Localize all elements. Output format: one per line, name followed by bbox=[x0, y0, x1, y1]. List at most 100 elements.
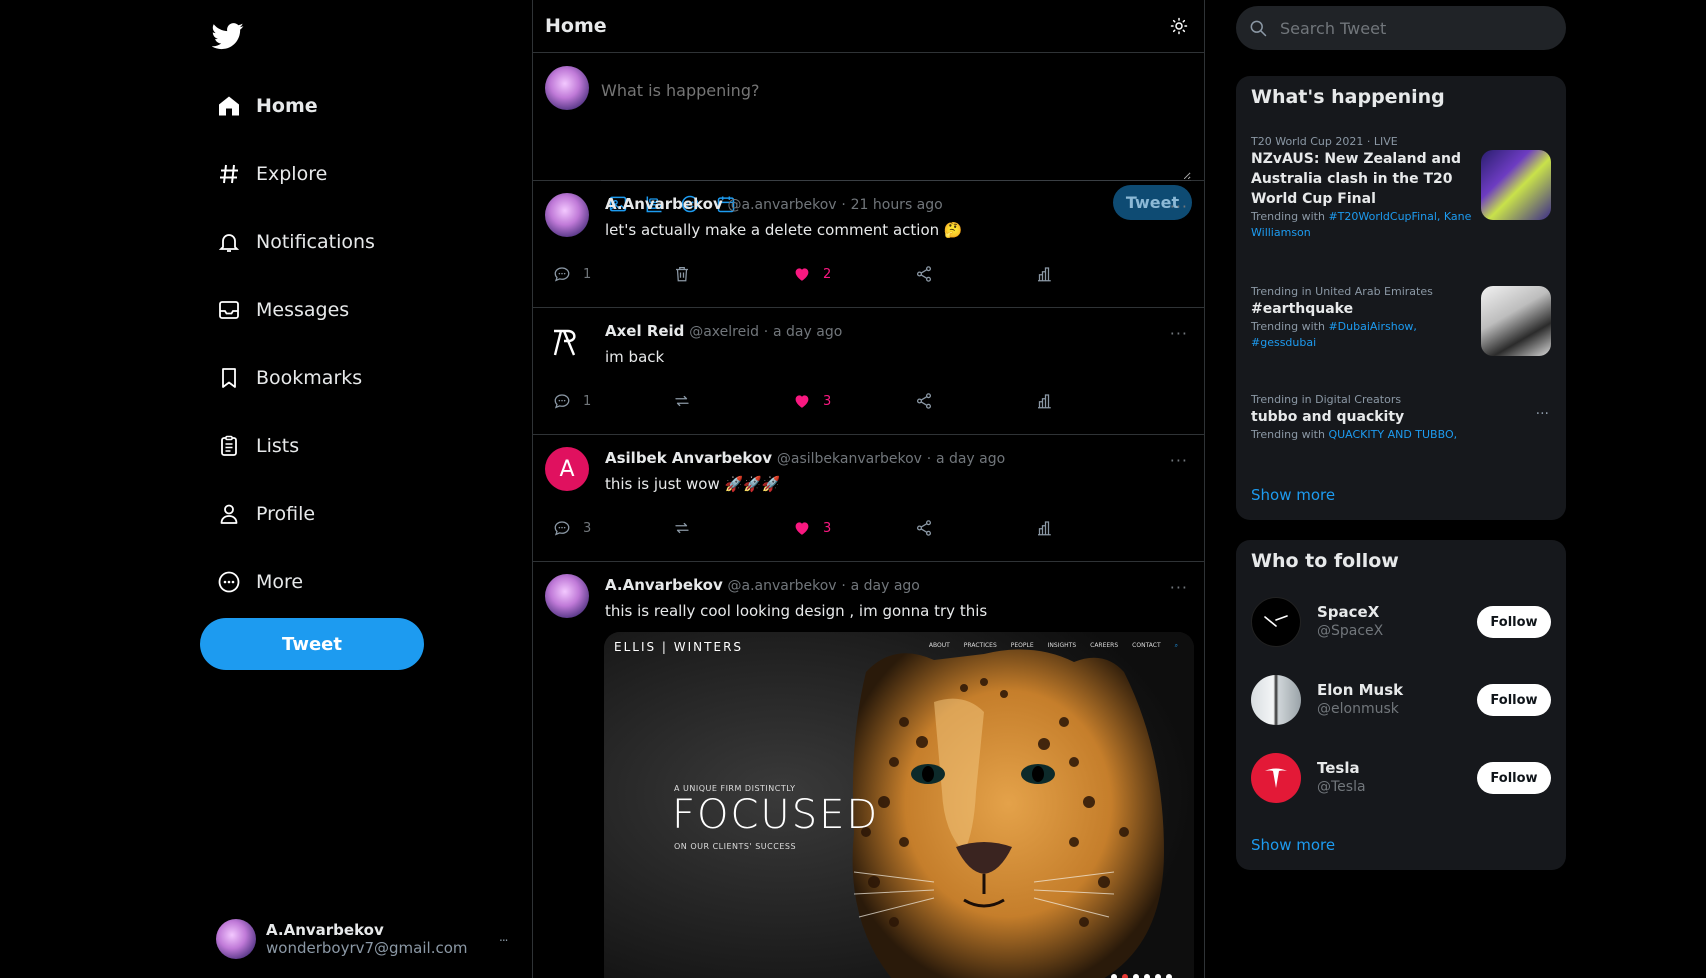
nav-more[interactable]: More bbox=[216, 562, 303, 602]
account-menu-icon[interactable]: ... bbox=[499, 930, 509, 944]
like-button[interactable]: 3 bbox=[793, 519, 831, 537]
tweet-item[interactable]: A Asilbek Anvarbekov @asilbekanvarbekov … bbox=[533, 435, 1204, 562]
avatar bbox=[216, 919, 256, 959]
nav-notifications-label: Notifications bbox=[256, 231, 375, 253]
tweet-author-handle: @axelreid bbox=[689, 324, 759, 340]
analytics-button[interactable] bbox=[1035, 265, 1053, 283]
share-button[interactable] bbox=[915, 265, 933, 283]
share-button[interactable] bbox=[915, 392, 933, 410]
tweet-author-name[interactable]: A.Anvarbekov bbox=[605, 576, 723, 594]
image-brand-logo: ELLIS | WINTERS bbox=[614, 640, 744, 654]
like-button[interactable]: 3 bbox=[793, 392, 831, 410]
reply-button[interactable]: 1 bbox=[553, 392, 591, 410]
follow-button[interactable]: Follow bbox=[1477, 762, 1551, 794]
tweet-author-handle: @a.anvarbekov bbox=[727, 578, 837, 594]
tweet-actions: 1 3 bbox=[553, 392, 1173, 412]
avatar[interactable] bbox=[545, 320, 589, 364]
like-count: 2 bbox=[823, 266, 832, 282]
analytics-button[interactable] bbox=[1035, 519, 1053, 537]
reply-icon bbox=[553, 519, 571, 537]
carousel-dot-active bbox=[1122, 974, 1128, 978]
compose-box: Tweet bbox=[533, 53, 1204, 220]
tweet-text: let's actually make a delete comment act… bbox=[605, 221, 963, 239]
tweet-item[interactable]: A.Anvarbekov @a.anvarbekov · 21 hours ag… bbox=[533, 181, 1204, 308]
trend-more-icon[interactable]: ··· bbox=[1536, 406, 1549, 422]
page-title: Home bbox=[545, 15, 607, 37]
account-switcher[interactable]: A.Anvarbekov wonderboyrv7@gmail.com ... bbox=[216, 918, 509, 960]
trend-meta: Trending in United Arab Emirates bbox=[1251, 285, 1433, 298]
nav-messages-label: Messages bbox=[256, 299, 350, 321]
tweet-timestamp: 21 hours ago bbox=[850, 197, 943, 213]
more-icon[interactable]: ··· bbox=[1170, 451, 1188, 470]
timeline-header: Home bbox=[533, 0, 1204, 53]
trend-item[interactable]: Trending in United Arab Emirates #earthq… bbox=[1251, 284, 1551, 356]
tweet-timestamp: a day ago bbox=[773, 324, 843, 340]
tweet-author-name[interactable]: A.Anvarbekov bbox=[605, 195, 723, 213]
tweet-author-name[interactable]: Axel Reid bbox=[605, 322, 684, 340]
trend-with-links[interactable]: QUACKITY AND TUBBO, bbox=[1328, 428, 1457, 441]
image-menu-item: PEOPLE bbox=[1010, 642, 1034, 649]
more-icon[interactable]: ··· bbox=[1170, 324, 1188, 343]
tweet-author-name[interactable]: Asilbek Anvarbekov bbox=[605, 449, 772, 467]
image-menu-item: CAREERS bbox=[1090, 642, 1119, 649]
analytics-button[interactable] bbox=[1035, 392, 1053, 410]
follow-suggestion[interactable]: SpaceX @SpaceX Follow bbox=[1251, 597, 1551, 647]
follow-name: Elon Musk bbox=[1317, 681, 1404, 699]
delete-button[interactable] bbox=[673, 265, 691, 283]
like-button[interactable]: 2 bbox=[793, 265, 831, 283]
reply-button[interactable]: 1 bbox=[553, 265, 591, 283]
follow-suggestion[interactable]: Tesla @Tesla Follow bbox=[1251, 753, 1551, 803]
nav-more-label: More bbox=[256, 571, 304, 593]
nav-lists[interactable]: Lists bbox=[216, 426, 299, 466]
inbox-icon bbox=[216, 297, 242, 323]
tweet-text: this is really cool looking design , im … bbox=[605, 602, 988, 620]
follow-suggestion[interactable]: Elon Musk @elonmusk Follow bbox=[1251, 675, 1551, 725]
carousel-dot bbox=[1144, 974, 1150, 978]
show-more-follow-link[interactable]: Show more bbox=[1251, 836, 1335, 854]
retweet-button[interactable] bbox=[673, 519, 691, 537]
follow-name: Tesla bbox=[1317, 759, 1360, 777]
retweet-button[interactable] bbox=[673, 392, 691, 410]
sidebar-tweet-button[interactable]: Tweet bbox=[200, 618, 424, 670]
search-input[interactable] bbox=[1280, 18, 1540, 38]
show-more-trends-link[interactable]: Show more bbox=[1251, 486, 1335, 504]
compose-input[interactable] bbox=[601, 75, 1191, 181]
nav-notifications[interactable]: Notifications bbox=[216, 222, 375, 262]
tweet-separator: · bbox=[841, 578, 846, 594]
trend-with-label: Trending with bbox=[1251, 320, 1329, 333]
nav-home[interactable]: Home bbox=[216, 86, 318, 126]
tweet-item[interactable]: Axel Reid @axelreid · a day ago im back … bbox=[533, 308, 1204, 435]
tweet-item[interactable]: A.Anvarbekov @a.anvarbekov · a day ago t… bbox=[533, 562, 1204, 978]
avatar bbox=[1251, 675, 1301, 725]
share-button[interactable] bbox=[915, 519, 933, 537]
nav-profile[interactable]: Profile bbox=[216, 494, 315, 534]
analytics-icon bbox=[1035, 392, 1053, 410]
avatar[interactable]: A bbox=[545, 447, 589, 491]
spacex-logo-icon bbox=[1251, 597, 1301, 647]
nav-messages[interactable]: Messages bbox=[216, 290, 349, 330]
avatar[interactable] bbox=[545, 574, 589, 618]
more-circle-icon bbox=[216, 569, 242, 595]
search-bar[interactable] bbox=[1236, 6, 1566, 50]
follow-button[interactable]: Follow bbox=[1477, 684, 1551, 716]
nav-explore[interactable]: Explore bbox=[216, 154, 327, 194]
more-icon[interactable]: ··· bbox=[1170, 578, 1188, 597]
trend-item[interactable]: Trending in Digital Creators tubbo and q… bbox=[1251, 392, 1551, 443]
trend-thumbnail bbox=[1481, 150, 1551, 220]
image-carousel-dots bbox=[1111, 974, 1172, 978]
tweet-text: im back bbox=[605, 348, 665, 366]
more-icon[interactable]: ··· bbox=[1170, 197, 1188, 216]
follow-button[interactable]: Follow bbox=[1477, 606, 1551, 638]
hashtag-icon bbox=[216, 161, 242, 187]
carousel-dot bbox=[1166, 974, 1172, 978]
sun-icon[interactable] bbox=[1168, 15, 1190, 37]
bookmark-icon bbox=[216, 365, 242, 391]
trend-item[interactable]: T20 World Cup 2021 · LIVE NZvAUS: New Ze… bbox=[1251, 134, 1551, 241]
tweet-media-image[interactable]: ELLIS | WINTERS ABOUT PRACTICES PEOPLE I… bbox=[604, 632, 1194, 978]
reply-button[interactable]: 3 bbox=[553, 519, 591, 537]
nav-bookmarks[interactable]: Bookmarks bbox=[216, 358, 362, 398]
tweet-author-handle: @a.anvarbekov bbox=[727, 197, 837, 213]
twitter-bird-icon[interactable] bbox=[212, 20, 244, 52]
avatar[interactable] bbox=[545, 193, 589, 237]
heart-icon bbox=[793, 519, 811, 537]
